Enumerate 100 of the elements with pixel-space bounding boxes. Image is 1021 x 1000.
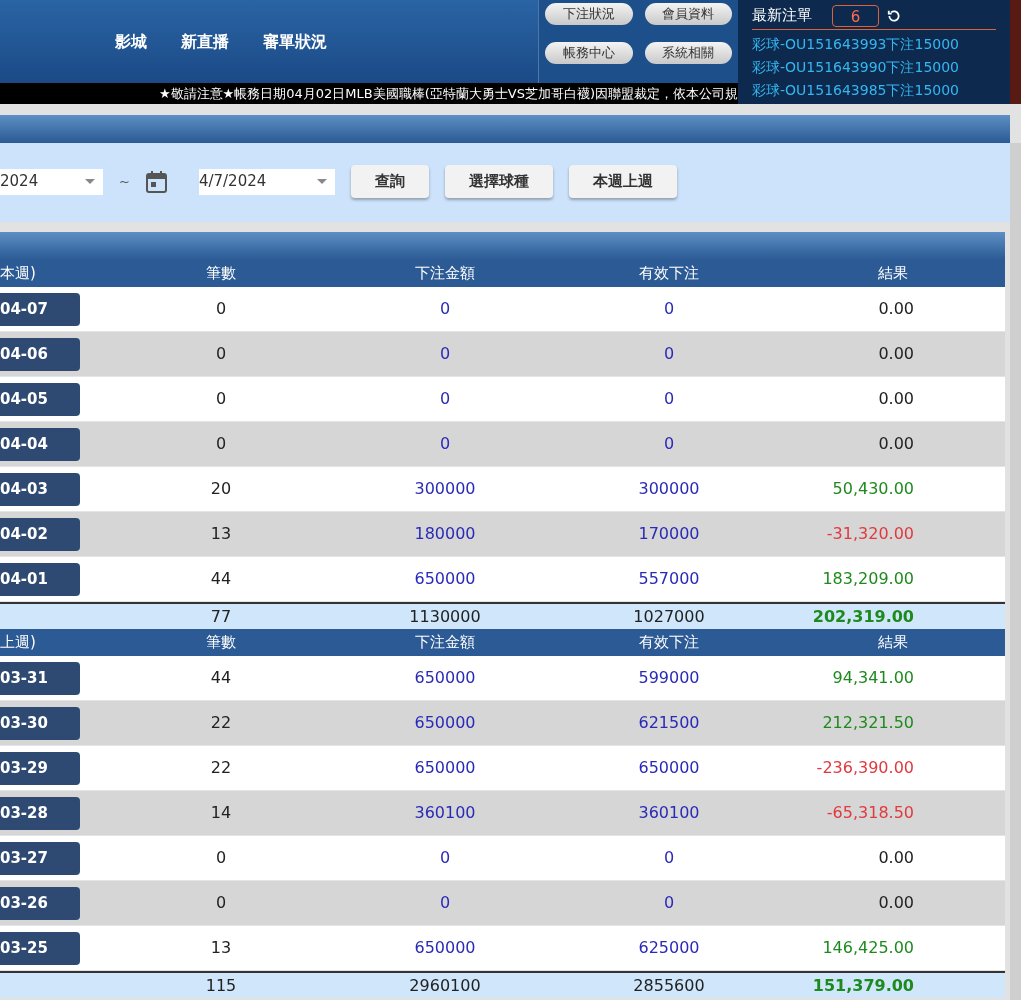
table-cell-text: 77 (209, 605, 233, 628)
date-button[interactable]: 03-30 (0, 706, 80, 740)
table-cell-text: 300000 (637, 478, 701, 500)
table-cell-text: -236,390.00 (815, 757, 915, 779)
table-cell-text: 650000 (413, 712, 477, 734)
table-cell-text: 180000 (413, 523, 477, 545)
table-cell-text: 1027000 (632, 605, 706, 628)
table-cell-text: 650000 (413, 667, 477, 689)
panel-title: 最新注單 (752, 5, 812, 27)
table-cell-text: 0.00 (877, 298, 915, 320)
column-header: 有效下注 (638, 263, 700, 285)
table-cell-text: 0.00 (877, 433, 915, 455)
date-button[interactable]: 03-27 (0, 841, 80, 875)
table-cell-text: 625000 (637, 937, 701, 959)
table-cell-text: 151,379.00 (811, 974, 915, 997)
nav-link[interactable]: 審單狀況 (263, 29, 327, 54)
table-cell-text: 0 (662, 892, 676, 914)
table-cell-text: -31,320.00 (825, 523, 915, 545)
count-badge: 6 (832, 4, 879, 27)
calendar-icon[interactable] (145, 170, 167, 193)
filter-button[interactable]: 選擇球種 (444, 165, 553, 198)
table-cell-text: 0.00 (877, 847, 915, 869)
table-cell-text: 557000 (637, 568, 701, 590)
table-cell-text: 0.00 (877, 343, 915, 365)
table-cell-text: 0 (438, 847, 452, 869)
table-cell-text: 0 (214, 847, 228, 869)
table-cell-text: 0 (662, 433, 676, 455)
nav-link[interactable]: 新直播 (181, 29, 229, 54)
table-cell-text: 650000 (637, 757, 701, 779)
date-button[interactable]: 04-05 (0, 382, 80, 416)
column-header: 有效下注 (638, 632, 700, 654)
table-cell-text: 0 (662, 298, 676, 320)
column-header: 上週) (0, 632, 37, 654)
date-button[interactable]: 03-29 (0, 751, 80, 785)
table-cell-text: 13 (209, 937, 233, 959)
date-button[interactable]: 03-28 (0, 796, 80, 830)
news-ticker: ★敬請注意★帳務日期04月02日MLB美國職棒(亞特蘭大勇士VS芝加哥白襪)因聯盟裁定，依本公司規 (0, 83, 738, 104)
table-cell-text: 1130000 (408, 605, 482, 628)
table-cell-text: 183,209.00 (821, 568, 915, 590)
table-cell-text: 94,341.00 (831, 667, 915, 689)
date-button[interactable]: 03-31 (0, 661, 80, 695)
date-button[interactable]: 04-07 (0, 292, 80, 326)
column-header: 筆數 (205, 632, 237, 654)
table-cell-text: 0 (214, 388, 228, 410)
menu-button[interactable]: 系統相關 (644, 42, 732, 64)
bet-link[interactable]: 彩球-OU151643990下注15000 (752, 56, 996, 79)
table-cell-text: 212,321.50 (821, 712, 915, 734)
refresh-icon[interactable] (887, 8, 901, 23)
bet-link[interactable]: 彩球-OU151643993下注15000 (752, 33, 996, 56)
table-cell-text: 650000 (413, 937, 477, 959)
table-cell-text: -65,318.50 (825, 802, 915, 824)
table-cell-text: 115 (204, 974, 238, 997)
table-cell-text: 20 (209, 478, 233, 500)
end-date-field[interactable]: 4/7/2024 (198, 168, 335, 195)
table-cell-text: 0 (438, 343, 452, 365)
caret-icon (316, 179, 327, 184)
table-cell-text: 0 (214, 343, 228, 365)
column-header: 下注金額 (414, 632, 476, 654)
table-cell-text: 13 (209, 523, 233, 545)
menu-button[interactable]: 下注狀況 (545, 3, 633, 25)
table-cell-text: 2960100 (408, 974, 482, 997)
date-button[interactable]: 03-25 (0, 931, 80, 965)
table-cell-text: 0 (438, 433, 452, 455)
table-cell-text: 0 (662, 343, 676, 365)
table-cell-text: 0 (662, 847, 676, 869)
nav-link[interactable]: 影城 (115, 29, 147, 54)
table-cell-text: 0.00 (877, 892, 915, 914)
table-cell-text: 22 (209, 757, 233, 779)
table-cell-text: 44 (209, 667, 233, 689)
column-header: 下注金額 (414, 263, 476, 285)
table-cell-text: 650000 (413, 568, 477, 590)
table-cell-text: 650000 (413, 757, 477, 779)
filter-button[interactable]: 本週上週 (568, 165, 677, 198)
table-cell-text: 0 (214, 433, 228, 455)
start-date-field[interactable]: 2024 (0, 168, 103, 195)
date-button[interactable]: 04-06 (0, 337, 80, 371)
date-button[interactable]: 04-04 (0, 427, 80, 461)
table-cell-text: 170000 (637, 523, 701, 545)
table-cell-text: 0 (438, 388, 452, 410)
table-cell-text: 50,430.00 (831, 478, 915, 500)
column-header: 結果 (876, 263, 909, 285)
table-cell-text: 0 (438, 892, 452, 914)
date-button[interactable]: 03-26 (0, 886, 80, 920)
table-cell-text: 621500 (637, 712, 701, 734)
filter-button[interactable]: 查詢 (350, 165, 429, 198)
table-cell-text: 0 (662, 388, 676, 410)
table-cell-text: 202,319.00 (811, 605, 915, 628)
table-cell-text: 2855600 (632, 974, 706, 997)
table-cell-text: 360100 (413, 802, 477, 824)
date-button[interactable]: 04-02 (0, 517, 80, 551)
column-header: 結果 (876, 632, 909, 654)
table-cell-text: 360100 (637, 802, 701, 824)
menu-button[interactable]: 會員資料 (644, 3, 732, 25)
menu-button[interactable]: 帳務中心 (545, 42, 633, 64)
date-button[interactable]: 04-01 (0, 562, 80, 596)
table-cell-text: 0.00 (877, 388, 915, 410)
column-header: 本週) (0, 263, 37, 285)
bet-link[interactable]: 彩球-OU151643985下注15000 (752, 79, 996, 102)
date-button[interactable]: 04-03 (0, 472, 80, 506)
table-cell-text: 0 (214, 298, 228, 320)
